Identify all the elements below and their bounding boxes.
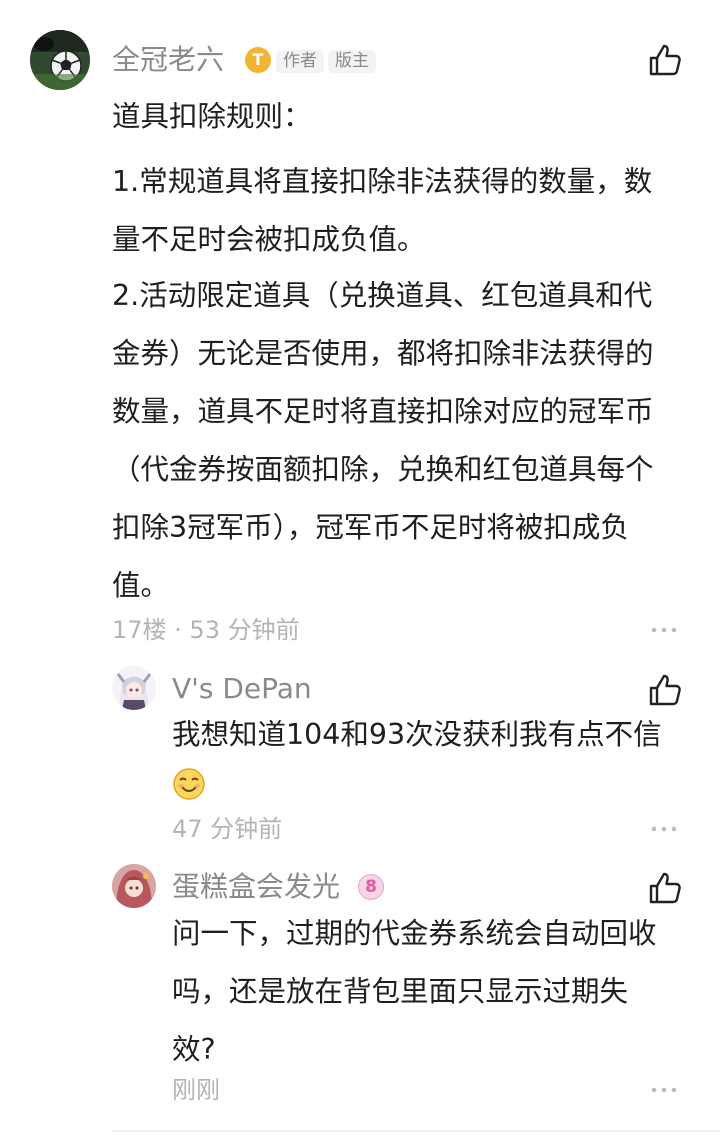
more-options-icon[interactable] [650, 1086, 678, 1094]
comment-line: 值。 [112, 569, 170, 602]
comment-meta: 17楼 · 53 分钟前 [112, 616, 300, 644]
thumbs-up-icon[interactable] [648, 43, 682, 77]
author-tag: 作者 [276, 50, 324, 73]
comment-line: （代金券按面额扣除，兑换和红包道具每个 [112, 453, 654, 486]
reply-line: 问一下，过期的代金券系统会自动回收 [172, 917, 657, 950]
more-options-icon[interactable] [650, 825, 678, 833]
avatar[interactable] [112, 666, 156, 710]
user-level-badge: 8 [358, 874, 384, 900]
reply-line: 效? [172, 1033, 216, 1066]
soccer-ball-icon [30, 30, 90, 90]
username[interactable]: 全冠老六 [112, 46, 224, 74]
username[interactable]: 蛋糕盒会发光 [172, 873, 340, 901]
reply-meta: 47 分钟前 [172, 815, 283, 843]
comment-line: 量不足时会被扣成负值。 [112, 223, 426, 256]
thumbs-up-icon[interactable] [648, 871, 682, 905]
divider [112, 1130, 720, 1132]
comment-text: 2.活动限定道具（兑换道具、红包道具和代 金券）无论是否使用，都将扣除非法获得的… [112, 267, 654, 615]
user-badge-icon: T [245, 47, 271, 73]
avatar[interactable] [112, 864, 156, 908]
reply-line: 吗，还是放在背包里面只显示过期失 [172, 975, 629, 1008]
comment-text: 道具扣除规则： [112, 88, 312, 146]
comment-line: 道具扣除规则： [112, 100, 312, 133]
reply-text: 问一下，过期的代金券系统会自动回收 吗，还是放在背包里面只显示过期失 效? [172, 905, 657, 1079]
username[interactable]: V's DePan [172, 675, 312, 703]
moderator-tag: 版主 [328, 50, 376, 73]
thumbs-up-icon[interactable] [648, 673, 682, 707]
anime-avatar-icon [112, 864, 156, 908]
reply-text: 我想知道104和93次没获利我有点不信 [172, 718, 662, 751]
comment-line: 扣除3冠军币），冠军币不足时将被扣成负 [112, 511, 629, 544]
reply-meta: 刚刚 [172, 1076, 220, 1104]
comment-line: 1.常规道具将直接扣除非法获得的数量，数 [112, 165, 653, 198]
avatar[interactable] [30, 30, 90, 90]
comment-line: 2.活动限定道具（兑换道具、红包道具和代 [112, 279, 653, 312]
comment-text: 1.常规道具将直接扣除非法获得的数量，数 量不足时会被扣成负值。 [112, 153, 652, 269]
more-options-icon[interactable] [650, 626, 678, 634]
comment-line: 金券）无论是否使用，都将扣除非法获得的 [112, 337, 654, 370]
anime-avatar-icon [112, 666, 156, 710]
smiling-face-icon [173, 768, 205, 800]
comment-line: 数量，道具不足时将直接扣除对应的冠军币 [112, 395, 654, 428]
